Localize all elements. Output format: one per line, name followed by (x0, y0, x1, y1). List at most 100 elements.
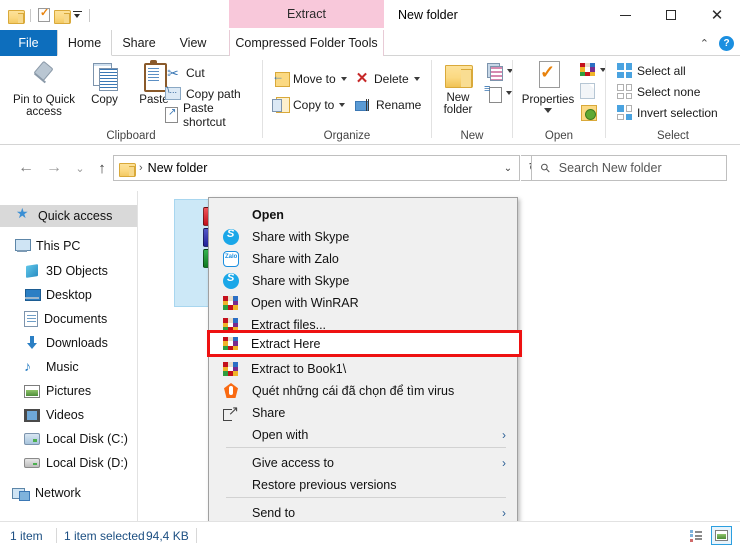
menu-item-restore-previous-versions[interactable]: Restore previous versions (210, 474, 518, 496)
properties-icon[interactable] (38, 8, 50, 22)
sidebar-item-quick-access[interactable]: Quick access (0, 205, 137, 227)
close-button[interactable]: ✕ (694, 0, 740, 30)
menu-item-open-with-winrar[interactable]: Open with WinRAR (210, 292, 518, 314)
menu-item-give-access-to[interactable]: Give access to › (210, 452, 518, 474)
search-box[interactable]: ⚲ (531, 155, 727, 181)
delete-button[interactable]: ✕ Delete (352, 68, 423, 89)
rename-button[interactable]: Rename (352, 94, 424, 115)
chevron-down-icon[interactable] (341, 77, 347, 81)
status-divider (196, 528, 197, 543)
folder-icon[interactable] (8, 9, 23, 22)
menu-item-open[interactable]: Open (210, 204, 518, 226)
local-disk-c-icon (24, 433, 40, 445)
tab-share[interactable]: Share (112, 30, 166, 56)
details-view-button[interactable] (686, 526, 707, 545)
sidebar-item-downloads[interactable]: Downloads (0, 332, 137, 354)
sidebar-item-local-disk-c[interactable]: Local Disk (C:) (0, 428, 137, 450)
status-selected-text: 1 item selected (64, 529, 145, 543)
minimize-button[interactable] (602, 0, 648, 30)
tab-compressed-folder-tools[interactable]: Compressed Folder Tools (229, 30, 384, 56)
sidebar-item-music[interactable]: ♪ Music (0, 356, 137, 378)
zalo-icon (223, 251, 239, 267)
sidebar-item-label: This PC (36, 239, 80, 253)
new-folder-icon[interactable] (54, 9, 69, 22)
status-divider (56, 528, 57, 543)
tab-home[interactable]: Home (57, 30, 112, 56)
menu-item-extract-to-book1[interactable]: Extract to Book1\ (210, 358, 518, 380)
tab-view[interactable]: View (166, 30, 220, 56)
easy-access-button[interactable] (482, 82, 515, 103)
easy-access-icon (485, 85, 501, 101)
invert-selection-icon (617, 105, 632, 120)
chevron-down-icon[interactable]: ⌄ (497, 156, 519, 180)
new-folder-button[interactable]: New folder (436, 60, 480, 116)
move-to-button[interactable]: Move to (269, 68, 350, 89)
network-icon (12, 486, 29, 501)
copy-path-icon (165, 87, 181, 100)
pictures-icon (24, 385, 40, 398)
sidebar-item-pictures[interactable]: Pictures (0, 380, 137, 402)
paste-shortcut-label: Paste shortcut (183, 101, 259, 129)
breadcrumb[interactable]: › New folder ⌄ (113, 155, 520, 181)
up-button[interactable]: ↑ (90, 156, 114, 180)
group-label-clipboard: Clipboard (0, 130, 262, 142)
tab-file[interactable]: File (0, 30, 57, 56)
sidebar-item-3d-objects[interactable]: 3D Objects (0, 260, 137, 282)
status-size: 94,4 KB (146, 529, 189, 543)
history-button[interactable] (577, 101, 599, 122)
winrar-icon (223, 296, 238, 310)
sidebar-item-network[interactable]: Network (0, 482, 137, 504)
chevron-up-icon[interactable]: ⌃ (700, 37, 709, 50)
pin-to-quick-access-button[interactable]: Pin to Quick access (8, 60, 80, 118)
properties-button[interactable]: Properties (519, 60, 577, 113)
avast-icon (223, 383, 239, 399)
search-input[interactable] (557, 160, 707, 176)
recent-locations-button[interactable]: ⌄ (68, 156, 92, 180)
menu-item-extract-here-label: Extract Here (251, 337, 320, 351)
help-icon[interactable]: ? (719, 36, 734, 51)
title-bar: Extract New folder ✕ (0, 0, 740, 30)
copy-path-label: Copy path (186, 87, 241, 101)
context-menu: Open Share with Skype Share with Zalo Sh… (208, 197, 518, 546)
sidebar-item-videos[interactable]: Videos (0, 404, 137, 426)
edit-button[interactable] (577, 80, 598, 101)
back-button[interactable]: ← (14, 156, 38, 180)
maximize-button[interactable] (648, 0, 694, 30)
select-all-icon (617, 63, 632, 78)
skype-icon (223, 273, 239, 289)
cut-button[interactable]: ✂ Cut (162, 62, 208, 83)
menu-item-scan-for-virus[interactable]: Quét những cái đã chọn để tìm virus (210, 380, 518, 402)
customize-caret-icon[interactable] (73, 10, 82, 21)
invert-selection-button[interactable]: Invert selection (614, 102, 721, 123)
large-icons-view-button[interactable] (711, 526, 732, 545)
sidebar-item-desktop[interactable]: Desktop (0, 284, 137, 306)
sidebar-item-local-disk-d[interactable]: Local Disk (D:) (0, 452, 137, 474)
ribbon-group-clipboard: Pin to Quick access Copy Paste ✂ Cut Cop… (0, 56, 262, 144)
select-none-button[interactable]: Select none (614, 81, 703, 102)
cut-label: Cut (186, 66, 205, 80)
chevron-down-icon[interactable] (414, 77, 420, 81)
sidebar-item-label: 3D Objects (46, 264, 108, 278)
sidebar-item-label: Quick access (38, 209, 112, 223)
forward-button[interactable]: → (42, 156, 66, 180)
chevron-down-icon[interactable] (339, 103, 345, 107)
history-icon (580, 104, 596, 120)
select-none-icon (617, 84, 632, 99)
sidebar-item-this-pc[interactable]: This PC (0, 235, 137, 257)
paste-shortcut-button[interactable]: Paste shortcut (162, 104, 262, 125)
menu-item-share-with-skype-2[interactable]: Share with Skype (210, 270, 518, 292)
copy-to-button[interactable]: Copy to (269, 94, 348, 115)
copy-button[interactable]: Copy (82, 60, 127, 106)
copy-to-label: Copy to (293, 98, 334, 112)
menu-item-open-with[interactable]: Open with › (210, 424, 518, 446)
downloads-icon (24, 335, 40, 351)
menu-item-extract-here[interactable]: Extract Here (210, 333, 519, 354)
chevron-down-icon[interactable] (544, 108, 552, 113)
menu-item-share-with-zalo[interactable]: Share with Zalo (210, 248, 518, 270)
menu-item-share-with-skype[interactable]: Share with Skype (210, 226, 518, 248)
new-item-button[interactable] (482, 60, 516, 81)
breadcrumb-path[interactable]: New folder (148, 161, 208, 175)
select-all-button[interactable]: Select all (614, 60, 689, 81)
sidebar-item-documents[interactable]: Documents (0, 308, 137, 330)
menu-item-share[interactable]: Share (210, 402, 518, 424)
